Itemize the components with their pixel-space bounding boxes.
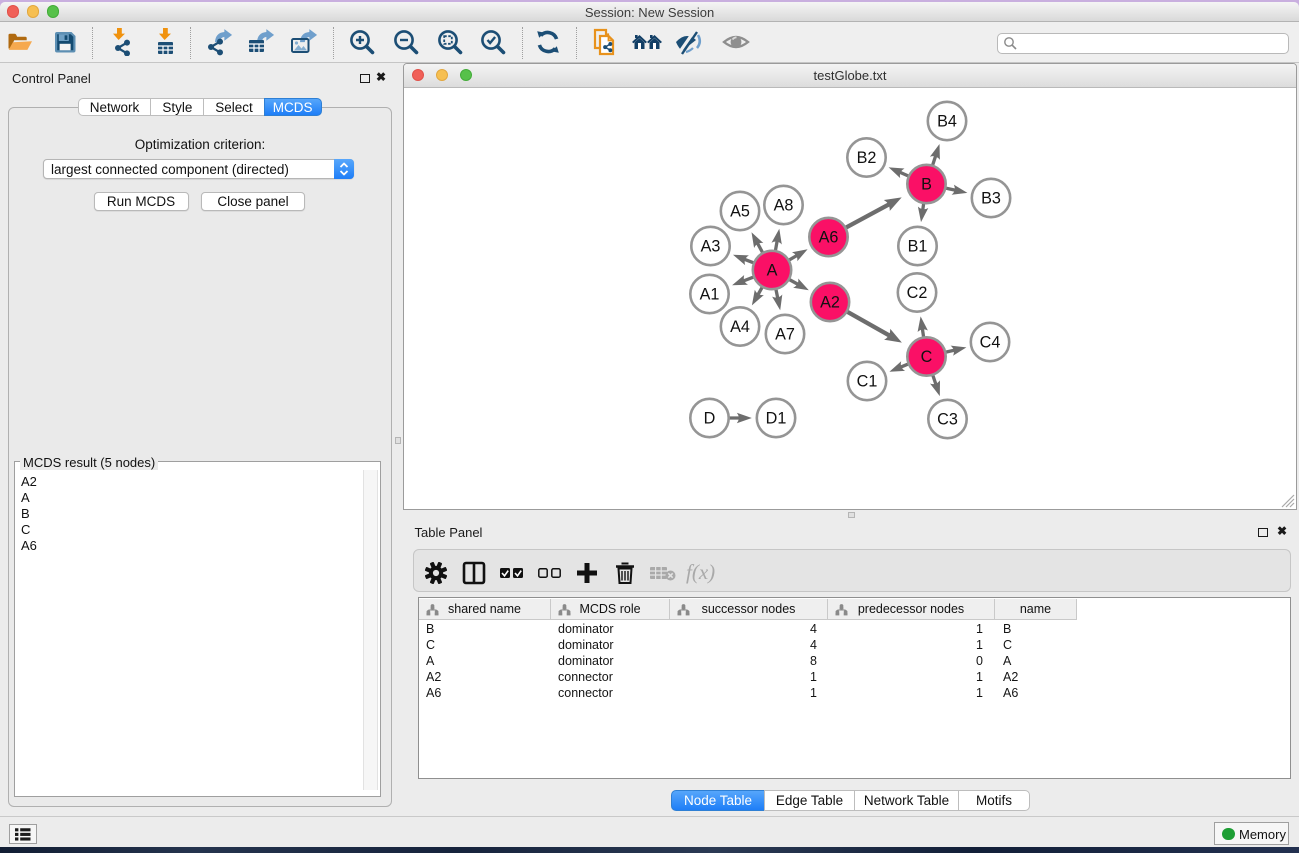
svg-text:A: A: [767, 262, 778, 280]
svg-text:C3: C3: [937, 411, 958, 429]
svg-text:C: C: [921, 348, 933, 366]
svg-text:B3: B3: [981, 190, 1001, 208]
svg-text:C1: C1: [857, 373, 878, 391]
svg-text:B4: B4: [937, 113, 957, 131]
svg-text:A5: A5: [730, 203, 750, 221]
svg-text:B1: B1: [908, 238, 928, 256]
svg-text:A2: A2: [820, 294, 840, 312]
svg-text:B: B: [921, 176, 932, 194]
svg-text:A4: A4: [730, 318, 750, 336]
svg-text:A1: A1: [700, 286, 720, 304]
svg-text:A6: A6: [819, 229, 839, 247]
svg-text:A3: A3: [701, 238, 721, 256]
svg-text:A7: A7: [775, 326, 795, 344]
svg-text:C4: C4: [980, 334, 1001, 352]
svg-text:D: D: [704, 410, 716, 428]
svg-text:A8: A8: [774, 197, 794, 215]
svg-text:D1: D1: [766, 410, 787, 428]
svg-text:C2: C2: [907, 284, 928, 302]
svg-text:B2: B2: [857, 149, 877, 167]
